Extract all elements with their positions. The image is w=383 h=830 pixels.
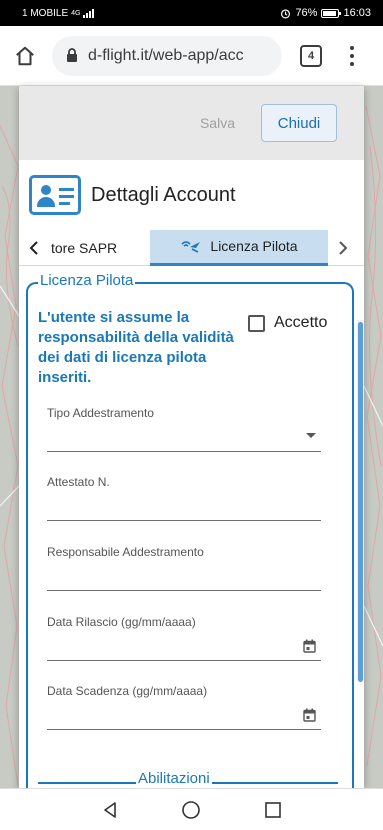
home-button[interactable] [10,41,40,71]
tab-licenza-pilota[interactable]: Licenza Pilota [150,229,328,266]
system-nav-bar [0,788,383,830]
dropdown-arrow-icon [306,433,316,438]
status-bar: 1 MOBILE 4G 76% 16:03 [0,0,383,26]
tab-label: tore SAPR [51,239,118,256]
chevron-left-icon [29,240,38,255]
calendar-icon[interactable] [303,639,316,653]
attestato-input[interactable]: Attestato N. [47,475,321,521]
accept-checkbox[interactable] [248,314,265,332]
battery-icon [321,8,342,18]
clock-time: 16:03 [343,7,371,19]
account-dialog: Salva Chiudi Dettagli Account tore SAPR … [19,86,364,788]
browser-menu-button[interactable] [342,41,362,71]
dialog-content: Licenza Pilota L'utente si assume la res… [19,266,364,788]
home-icon [16,46,34,65]
field-label: Tipo Addestramento [47,406,154,420]
tipo-addestramento-select[interactable]: Tipo Addestramento [47,406,321,452]
url-text: d-flight.it/web-app/acc [88,46,244,64]
abilitazioni-legend: Abilitazioni [136,770,212,787]
network-label: 4G [71,9,81,17]
field-label: Responsabile Addestramento [47,545,204,559]
fieldset-legend: Licenza Pilota [38,272,136,289]
url-bar[interactable]: d-flight.it/web-app/acc [52,35,282,76]
responsabile-input[interactable]: Responsabile Addestramento [47,545,321,591]
status-right: 76% 16:03 [280,7,371,19]
tabs-bar: tore SAPR Licenza Pilota [19,229,364,266]
menu-dot-icon [350,45,354,50]
menu-dot-icon [350,61,354,66]
status-left: 1 MOBILE 4G [22,7,95,19]
accept-checkbox-row[interactable]: Accetto [248,314,327,332]
dialog-header: Dettagli Account [19,160,364,230]
chevron-right-icon [339,240,348,255]
responsibility-notice: L'utente si assume la responsabilità del… [38,309,234,386]
dialog-actions: Salva Chiudi [19,86,364,160]
calendar-icon[interactable] [303,708,316,722]
drone-signal-icon [181,241,201,253]
accept-label: Accetto [274,314,328,331]
field-label: Attestato N. [47,475,110,489]
lock-icon [66,48,78,63]
id-card-icon [29,175,81,215]
data-scadenza-input[interactable]: Data Scadenza (gg/mm/aaaa) [47,684,321,730]
recents-icon[interactable] [264,801,282,819]
tab-switcher-button[interactable]: 4 [300,44,322,67]
tab-scroll-left-button[interactable] [19,230,49,266]
dialog-title: Dettagli Account [91,183,236,206]
menu-dot-icon [350,53,354,58]
field-label: Data Scadenza (gg/mm/aaaa) [47,684,208,698]
close-button[interactable]: Chiudi [261,104,337,142]
home-circle-icon[interactable] [181,800,201,820]
tab-scroll-right-button[interactable] [328,230,358,266]
browser-toolbar: d-flight.it/web-app/acc 4 [0,26,383,86]
scrollbar-thumb[interactable] [358,322,363,682]
battery-percent: 76% [295,7,318,19]
tab-label: Licenza Pilota [210,238,298,254]
licenza-pilota-fieldset: Licenza Pilota L'utente si assume la res… [26,272,354,788]
alarm-icon [281,8,291,18]
tab-operatore-sapr[interactable]: tore SAPR [49,230,150,266]
carrier-label: 1 MOBILE [22,7,69,19]
data-rilascio-input[interactable]: Data Rilascio (gg/mm/aaaa) [47,615,321,661]
signal-icon [83,8,95,18]
save-button[interactable]: Salva [200,115,235,131]
field-label: Data Rilascio (gg/mm/aaaa) [47,615,196,629]
back-icon[interactable] [101,801,119,819]
